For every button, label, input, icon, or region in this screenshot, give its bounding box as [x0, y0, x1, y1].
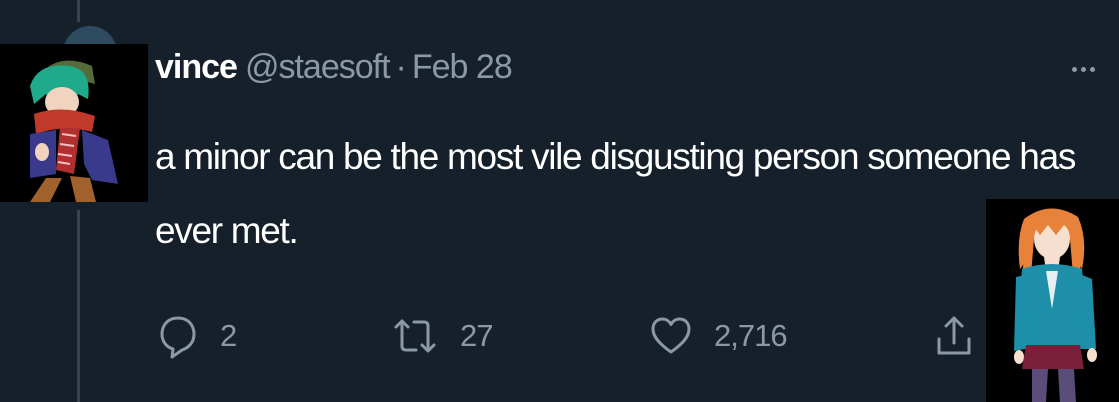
avatar-character-image	[30, 60, 118, 202]
tweet-header: vince @staesoft · Feb 28	[155, 48, 513, 92]
character-image	[986, 199, 1119, 402]
reply-count: 2	[220, 318, 237, 353]
tweet-text: a minor can be the most vile disgusting …	[155, 136, 1076, 251]
retweet-button[interactable]: 27	[392, 310, 493, 362]
character-figure	[1014, 208, 1097, 402]
reply-icon	[158, 313, 198, 359]
like-count: 2,716	[714, 318, 788, 353]
display-name[interactable]: vince	[155, 48, 238, 87]
thread-line-bottom	[77, 210, 80, 402]
more-horizontal-icon[interactable]	[1058, 52, 1108, 86]
action-bar: 2 27 2,716	[0, 310, 1119, 362]
user-handle[interactable]: @staesoft	[245, 48, 391, 87]
separator-dot: ·	[395, 48, 407, 86]
avatar[interactable]	[0, 44, 148, 202]
tweet-date[interactable]: Feb 28	[412, 48, 513, 87]
heart-icon	[650, 316, 692, 356]
reply-button[interactable]: 2	[158, 310, 237, 362]
retweet-count: 27	[460, 318, 493, 353]
share-button[interactable]	[934, 310, 974, 362]
retweet-icon	[392, 316, 438, 356]
share-icon	[934, 313, 974, 359]
like-button[interactable]: 2,716	[650, 310, 788, 362]
thread-line-top	[77, 0, 80, 22]
